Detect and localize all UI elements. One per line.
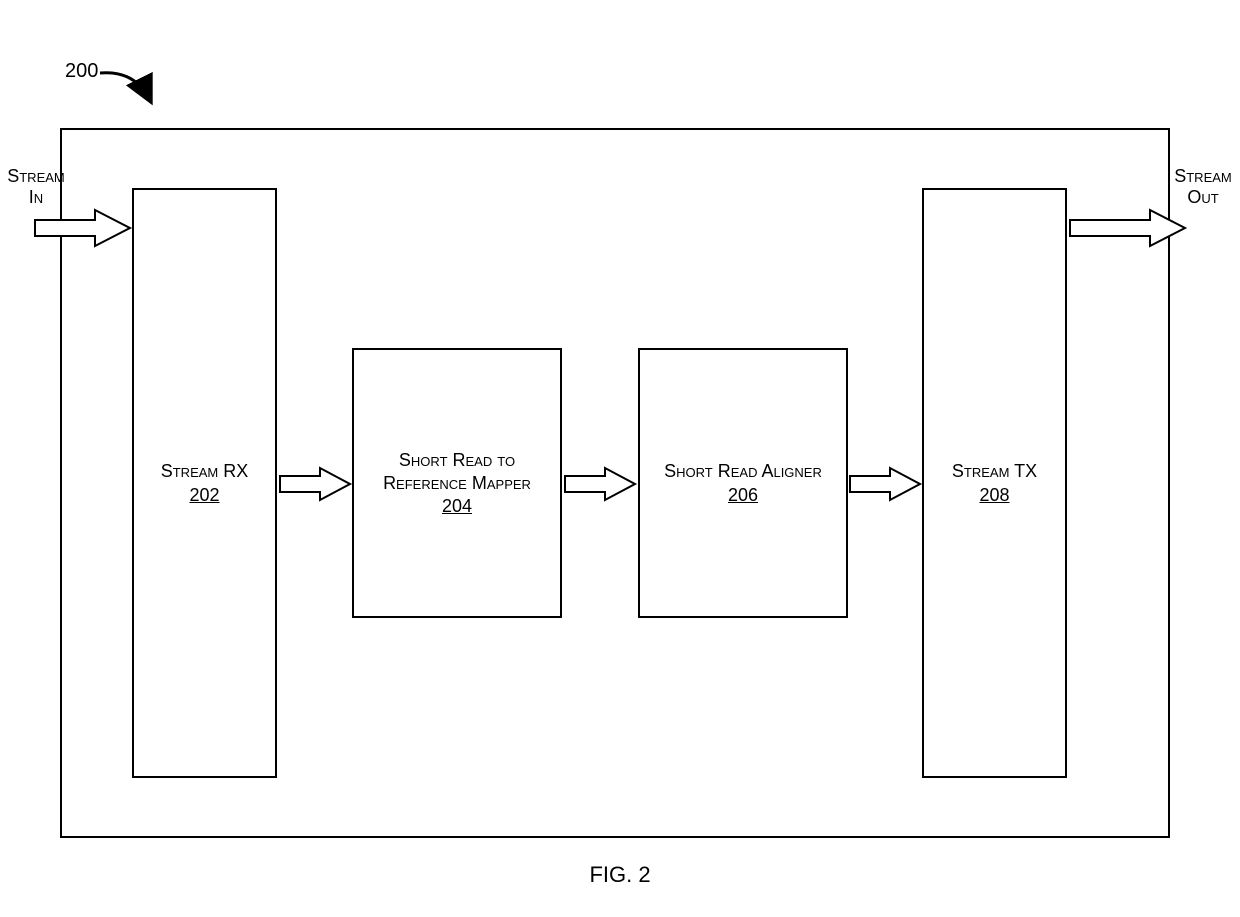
block-stream-rx-title: Stream RX [161, 460, 249, 483]
block-aligner-ref: 206 [728, 485, 758, 506]
block-mapper-title: Short Read to Reference Mapper [383, 449, 531, 494]
figure-ref-label: 200 [65, 60, 98, 83]
block-stream-tx-title: Stream TX [952, 460, 1037, 483]
arrow-stream-in [35, 210, 135, 250]
arrow-rx-to-mapper [280, 468, 355, 504]
block-stream-tx-ref: 208 [979, 485, 1009, 506]
block-aligner-title: Short Read Aligner [664, 460, 822, 483]
block-mapper: Short Read to Reference Mapper 204 [352, 348, 562, 618]
block-mapper-ref: 204 [442, 496, 472, 517]
block-stream-rx: Stream RX 202 [132, 188, 277, 778]
block-stream-tx: Stream TX 208 [922, 188, 1067, 778]
figure-ref-arrow [95, 65, 165, 115]
arrow-aligner-to-tx [850, 468, 925, 504]
stream-in-label: Stream In [6, 166, 66, 207]
arrow-mapper-to-aligner [565, 468, 640, 504]
stream-out-label: Stream Out [1168, 166, 1238, 207]
block-stream-rx-ref: 202 [189, 485, 219, 506]
figure-caption: FIG. 2 [0, 862, 1240, 888]
arrow-stream-out [1070, 210, 1190, 250]
block-aligner: Short Read Aligner 206 [638, 348, 848, 618]
